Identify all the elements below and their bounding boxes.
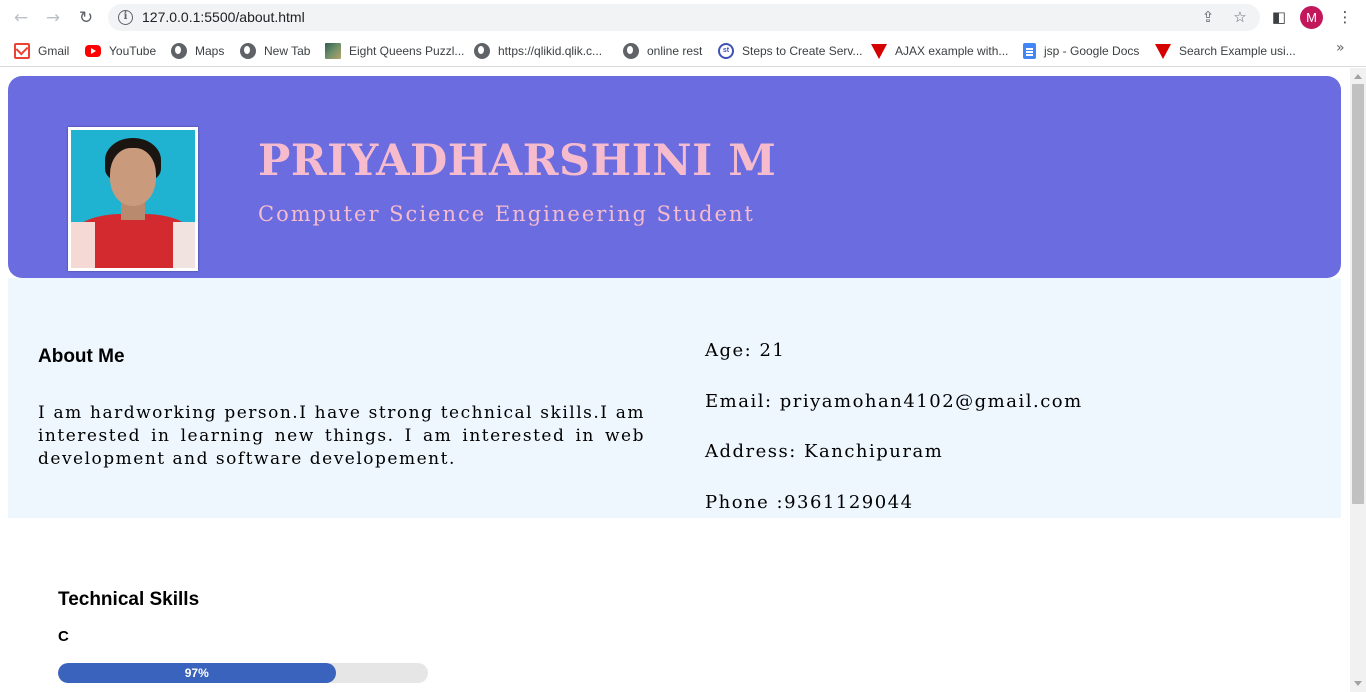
docs-icon — [1023, 43, 1036, 59]
skill-progress-bar: 97% — [58, 663, 428, 683]
v-icon — [871, 43, 887, 59]
side-panel-icon[interactable]: ◧ — [1268, 6, 1290, 28]
more-menu-icon[interactable]: ⋮ — [1334, 6, 1356, 28]
bookmark-gmail[interactable]: Gmail — [14, 41, 69, 61]
page-scrollbar[interactable] — [1350, 68, 1366, 692]
st-icon: st — [718, 43, 734, 59]
bookmark-ajax-example[interactable]: AJAX example with... — [871, 41, 1008, 61]
bookmark-label: YouTube — [109, 44, 157, 58]
bookmark-label: Eight Queens Puzzl... — [349, 44, 465, 58]
profile-tagline: Computer Science Engineering Student — [258, 202, 755, 226]
chevron-right-icon[interactable]: » — [1336, 40, 1345, 56]
skill-progress-fill: 97% — [58, 663, 336, 683]
bookmark-online-rest[interactable]: online rest — [623, 41, 702, 61]
image-icon — [325, 43, 341, 59]
globe-icon — [171, 43, 187, 59]
bookmark-label: New Tab — [264, 44, 311, 58]
v-icon — [1155, 43, 1171, 59]
email-text: Email: priyamohan4102@gmail.com — [705, 391, 1083, 412]
reload-icon[interactable]: ↻ — [74, 6, 98, 30]
scroll-down-icon[interactable] — [1354, 681, 1362, 686]
about-section: About Me I am hardworking person.I have … — [8, 278, 1341, 518]
url-text[interactable]: 127.0.0.1:5500/about.html — [142, 9, 305, 25]
bookmark-label: https://qlikid.qlik.c... — [498, 44, 603, 58]
globe-icon — [474, 43, 490, 59]
bookmark-label: Gmail — [38, 44, 70, 58]
profile-avatar[interactable]: M — [1300, 6, 1323, 29]
page-viewport: PRIYADHARSHINI M Computer Science Engine… — [0, 68, 1350, 692]
globe-icon — [240, 43, 256, 59]
about-title: About Me — [38, 346, 125, 367]
bookmark-label: Steps to Create Serv... — [742, 44, 863, 58]
youtube-icon — [85, 45, 101, 57]
bookmark-youtube[interactable]: YouTube — [85, 41, 156, 61]
address-text: Address: Kanchipuram — [705, 441, 944, 462]
bookmark-search-example[interactable]: Search Example usi... — [1155, 41, 1296, 61]
bookmark-label: online rest — [647, 44, 703, 58]
address-bar[interactable]: i 127.0.0.1:5500/about.html ⇪ ☆ — [108, 4, 1260, 31]
bookmark-new-tab[interactable]: New Tab — [240, 41, 310, 61]
bookmarks-bar: Gmail YouTube Maps New Tab Eight Queens … — [0, 35, 1366, 67]
bookmark-label: Search Example usi... — [1179, 44, 1296, 58]
scrollbar-thumb[interactable] — [1352, 84, 1364, 504]
bookmark-eight-queens[interactable]: Eight Queens Puzzl... — [325, 41, 464, 61]
profile-photo — [68, 127, 198, 271]
bookmark-steps-create[interactable]: st Steps to Create Serv... — [718, 41, 863, 61]
bookmark-label: Maps — [195, 44, 225, 58]
age-text: Age: 21 — [705, 340, 786, 361]
skill-name: C — [58, 628, 69, 645]
profile-header: PRIYADHARSHINI M Computer Science Engine… — [8, 76, 1341, 278]
browser-toolbar: ← → ↻ i 127.0.0.1:5500/about.html ⇪ ☆ ◧ … — [0, 0, 1366, 35]
profile-name: PRIYADHARSHINI M — [258, 136, 777, 186]
forward-arrow-icon[interactable]: → — [41, 6, 65, 30]
globe-icon — [623, 43, 639, 59]
portrait-image — [71, 130, 195, 268]
bookmark-qlik[interactable]: https://qlikid.qlik.c... — [474, 41, 602, 61]
gmail-icon — [14, 43, 30, 59]
site-info-icon[interactable]: i — [118, 10, 133, 25]
back-arrow-icon[interactable]: ← — [9, 6, 33, 30]
share-icon[interactable]: ⇪ — [1198, 7, 1218, 27]
bookmark-maps[interactable]: Maps — [171, 41, 224, 61]
bookmark-star-icon[interactable]: ☆ — [1230, 7, 1250, 27]
bookmark-label: jsp - Google Docs — [1044, 44, 1140, 58]
about-text: I am hardworking person.I have strong te… — [38, 403, 645, 469]
skills-title: Technical Skills — [58, 589, 200, 610]
bookmark-label: AJAX example with... — [895, 44, 1009, 58]
scroll-up-icon[interactable] — [1354, 74, 1362, 79]
phone-text: Phone :9361129044 — [705, 492, 914, 513]
bookmark-jsp-docs[interactable]: jsp - Google Docs — [1023, 41, 1139, 61]
